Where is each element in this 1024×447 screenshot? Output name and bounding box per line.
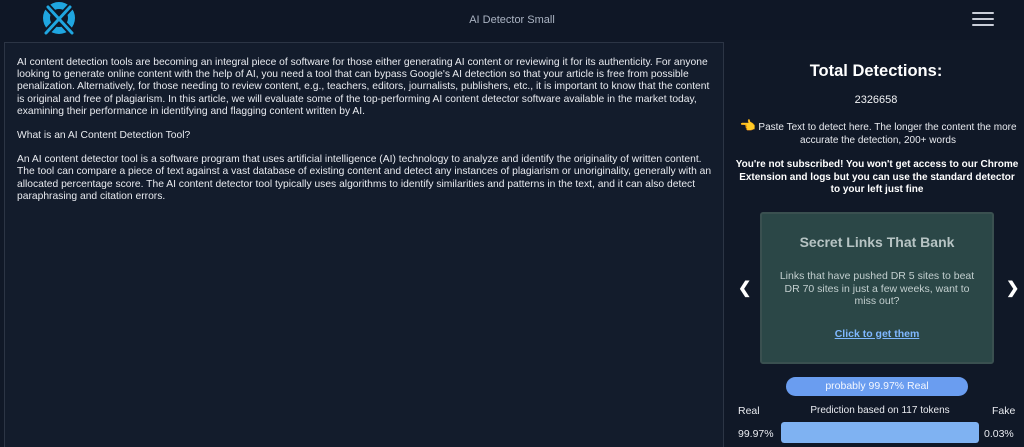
prediction-bar [781, 422, 979, 443]
editor-paragraph: An AI content detector tool is a softwar… [17, 154, 712, 202]
subscription-notice: You're not subscribed! You won't get acc… [735, 159, 1019, 195]
pointing-hand-icon: 👈 [739, 118, 756, 133]
text-input-area[interactable]: AI content detection tools are becoming … [4, 42, 724, 447]
promo-card: Secret Links That Bank Links that have p… [760, 212, 994, 364]
hamburger-menu-icon[interactable] [972, 12, 994, 28]
promo-title: Secret Links That Bank [799, 234, 955, 250]
hint-label: Paste Text to detect here. The longer th… [758, 122, 1017, 146]
chevron-left-icon[interactable]: ❮ [738, 278, 751, 298]
total-detections-title: Total Detections: [809, 62, 943, 80]
fake-label: Fake [992, 405, 1016, 417]
real-percentage: 99.97% [738, 428, 774, 440]
editor-paragraph: AI content detection tools are becoming … [17, 57, 710, 117]
promo-body: Links that have pushed DR 5 sites to bea… [779, 270, 975, 307]
hint-text: 👈 Paste Text to detect here. The longer … [736, 119, 1020, 147]
prediction-label: Prediction based on 117 tokens [810, 405, 950, 416]
fake-percentage: 0.03% [984, 428, 1014, 440]
result-badge: probably 99.97% Real [786, 377, 968, 396]
top-bar: AI Detector Small [0, 0, 1024, 40]
total-detections-count: 2326658 [854, 94, 898, 106]
prediction-bar-fill [781, 422, 979, 443]
app-title: AI Detector Small [469, 14, 555, 26]
chevron-right-icon[interactable]: ❯ [1006, 278, 1019, 298]
sidebar: Total Detections: 2326658 👈 Paste Text t… [728, 42, 1024, 447]
promo-link[interactable]: Click to get them [762, 328, 992, 340]
editor-paragraph: What is an AI Content Detection Tool? [17, 130, 191, 142]
